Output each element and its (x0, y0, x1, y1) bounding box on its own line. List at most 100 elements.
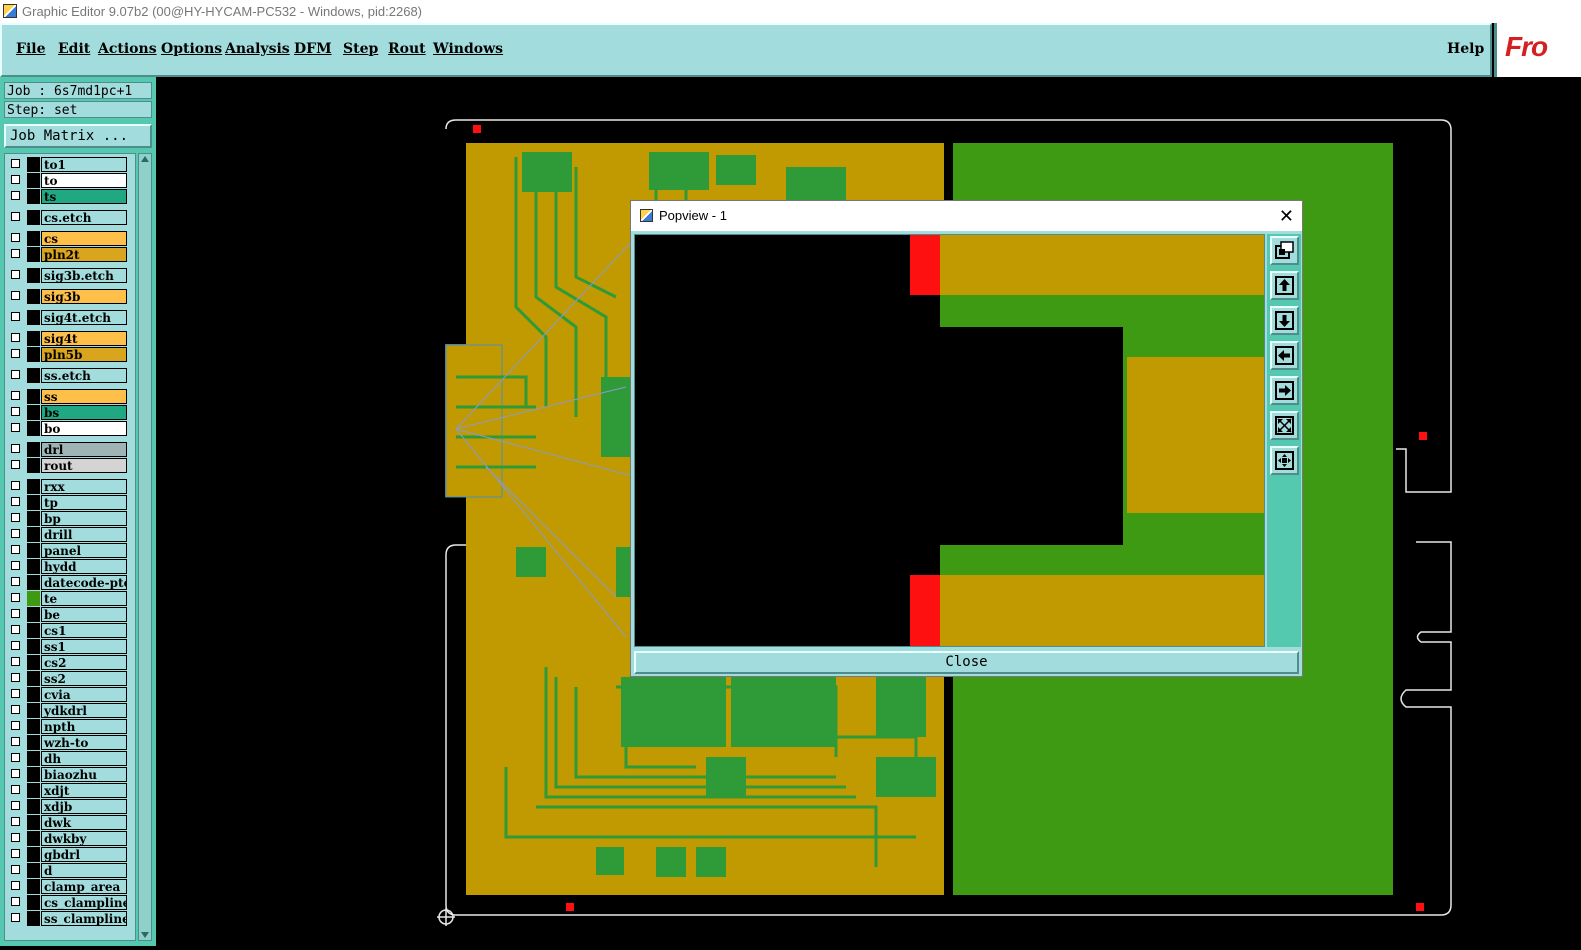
layer-name[interactable]: gbdrl (41, 847, 127, 862)
layer-row-sig4t-etch[interactable]: sig4t.etch (7, 310, 127, 325)
layer-name[interactable]: rout (41, 458, 127, 473)
menu-analysis[interactable]: Analysis (225, 41, 290, 57)
layer-checkbox[interactable] (11, 689, 20, 698)
popview-close-icon[interactable]: ✕ (1279, 201, 1294, 231)
layer-checkbox[interactable] (11, 159, 20, 168)
layer-checkbox[interactable] (11, 769, 20, 778)
layer-name[interactable]: sig3b (41, 289, 127, 304)
layer-checkbox[interactable] (11, 753, 20, 762)
layer-row-rxx[interactable]: rxx (7, 479, 127, 494)
layer-checkbox[interactable] (11, 849, 20, 858)
layer-name[interactable]: ts (41, 189, 127, 204)
layer-row-drl[interactable]: drl (7, 442, 127, 457)
layer-checkbox[interactable] (11, 673, 20, 682)
pan-down-button[interactable] (1270, 306, 1299, 335)
layer-row-npth[interactable]: npth (7, 719, 127, 734)
layer-name[interactable]: cs.etch (41, 210, 127, 225)
layer-checkbox[interactable] (11, 233, 20, 242)
layer-checkbox[interactable] (11, 370, 20, 379)
layer-name[interactable]: be (41, 607, 127, 622)
job-matrix-button[interactable]: Job Matrix ... (4, 124, 152, 148)
layer-name[interactable]: npth (41, 719, 127, 734)
fit-window-button[interactable] (1270, 236, 1299, 265)
layer-name[interactable]: cs2 (41, 655, 127, 670)
layer-row-rout[interactable]: rout (7, 458, 127, 473)
layer-name[interactable]: d (41, 863, 127, 878)
menu-options[interactable]: Options (161, 41, 222, 57)
layer-name[interactable]: bs (41, 405, 127, 420)
layer-row-to[interactable]: to (7, 173, 127, 188)
layer-row-pln5b[interactable]: pln5b (7, 347, 127, 362)
layer-row-dwkby[interactable]: dwkby (7, 831, 127, 846)
layer-checkbox[interactable] (11, 513, 20, 522)
layer-checkbox[interactable] (11, 913, 20, 922)
layer-name[interactable]: dwk (41, 815, 127, 830)
layer-checkbox[interactable] (11, 593, 20, 602)
layer-checkbox[interactable] (11, 817, 20, 826)
layer-checkbox[interactable] (11, 833, 20, 842)
layer-name[interactable]: cvia (41, 687, 127, 702)
layer-row-dwk[interactable]: dwk (7, 815, 127, 830)
layer-checkbox[interactable] (11, 444, 20, 453)
layer-name[interactable]: ss (41, 389, 127, 404)
layer-row-xdjb[interactable]: xdjb (7, 799, 127, 814)
layer-name[interactable]: pln2t (41, 247, 127, 262)
layer-row-cs-etch[interactable]: cs.etch (7, 210, 127, 225)
layer-name[interactable]: dh (41, 751, 127, 766)
layer-checkbox[interactable] (11, 460, 20, 469)
layer-name[interactable]: xdjt (41, 783, 127, 798)
menu-rout[interactable]: Rout (388, 41, 426, 57)
layer-checkbox[interactable] (11, 897, 20, 906)
layer-name[interactable]: clamp_area (41, 879, 127, 894)
layer-checkbox[interactable] (11, 881, 20, 890)
layer-name[interactable]: wzh-to (41, 735, 127, 750)
layer-checkbox[interactable] (11, 721, 20, 730)
layer-checkbox[interactable] (11, 191, 20, 200)
layer-name[interactable]: ss.etch (41, 368, 127, 383)
layer-name[interactable]: ss2 (41, 671, 127, 686)
menu-actions[interactable]: Actions (98, 41, 157, 57)
layer-row-be[interactable]: be (7, 607, 127, 622)
layer-row-sig4t[interactable]: sig4t (7, 331, 127, 346)
zoom-fit-button[interactable] (1270, 411, 1299, 440)
menu-windows[interactable]: Windows (433, 41, 503, 57)
menu-edit[interactable]: Edit (58, 41, 90, 57)
layer-name[interactable]: ss1 (41, 639, 127, 654)
layer-name[interactable]: datecode-pte (41, 575, 127, 590)
layer-row-sig3b-etch[interactable]: sig3b.etch (7, 268, 127, 283)
layer-name[interactable]: sig3b.etch (41, 268, 127, 283)
layer-row-panel[interactable]: panel (7, 543, 127, 558)
layer-row-te[interactable]: te (7, 591, 127, 606)
layer-checkbox[interactable] (11, 497, 20, 506)
layer-checkbox[interactable] (11, 333, 20, 342)
layer-name[interactable]: to1 (41, 157, 127, 172)
layer-row-ss[interactable]: ss (7, 389, 127, 404)
layer-row-clamp-area[interactable]: clamp_area (7, 879, 127, 894)
layer-row-ss-etch[interactable]: ss.etch (7, 368, 127, 383)
layer-row-biaozhu[interactable]: biaozhu (7, 767, 127, 782)
layer-name[interactable]: drill (41, 527, 127, 542)
layer-checkbox[interactable] (11, 407, 20, 416)
menu-step[interactable]: Step (343, 41, 378, 57)
layer-name[interactable]: xdjb (41, 799, 127, 814)
layer-name[interactable]: dwkby (41, 831, 127, 846)
menu-file[interactable]: File (16, 41, 45, 57)
layer-checkbox[interactable] (11, 641, 20, 650)
layer-checkbox[interactable] (11, 545, 20, 554)
layer-name[interactable]: bo (41, 421, 127, 436)
layer-row-sig3b[interactable]: sig3b (7, 289, 127, 304)
layer-name[interactable]: panel (41, 543, 127, 558)
layer-name[interactable]: te (41, 591, 127, 606)
layer-checkbox[interactable] (11, 609, 20, 618)
layer-row-ss-clampline[interactable]: ss_clampline (7, 911, 127, 926)
layer-row-gbdrl[interactable]: gbdrl (7, 847, 127, 862)
pan-right-button[interactable] (1270, 376, 1299, 405)
layer-row-datecode-pte[interactable]: datecode-pte (7, 575, 127, 590)
layer-checkbox[interactable] (11, 212, 20, 221)
layer-row-ss1[interactable]: ss1 (7, 639, 127, 654)
layer-name[interactable]: sig4t (41, 331, 127, 346)
layer-name[interactable]: ydkdrl (41, 703, 127, 718)
layer-row-cs2[interactable]: cs2 (7, 655, 127, 670)
layer-name[interactable]: drl (41, 442, 127, 457)
layer-row-wzh-to[interactable]: wzh-to (7, 735, 127, 750)
